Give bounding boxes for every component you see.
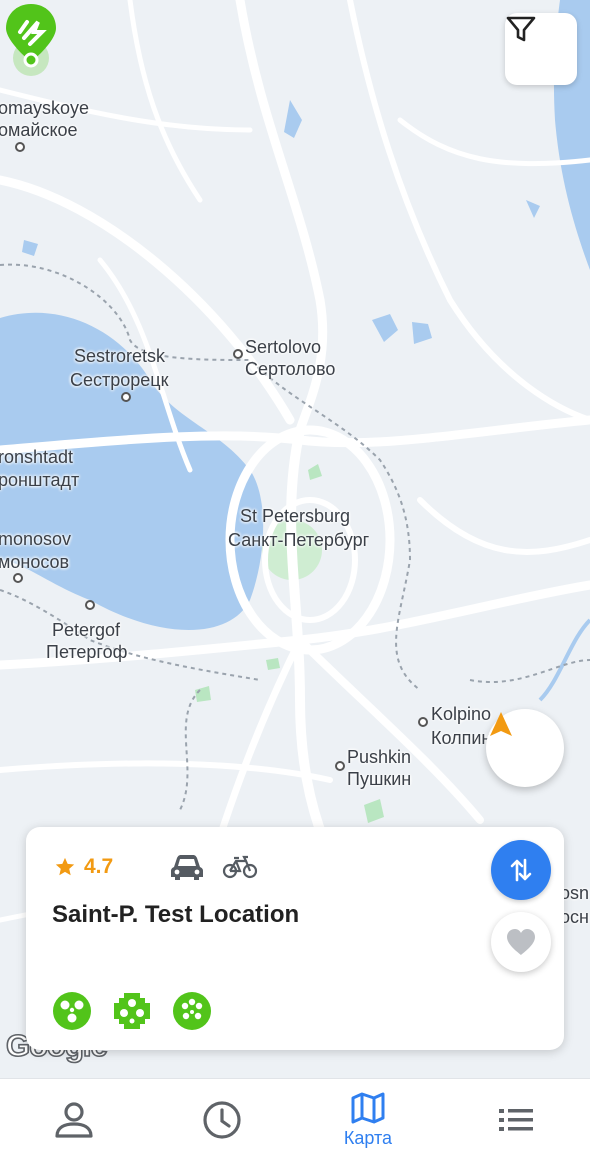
map-label: Kolpino [431, 704, 492, 724]
bicycle-icon [222, 855, 258, 879]
map-icon [351, 1092, 385, 1123]
connector-type-a-icon [53, 992, 91, 1030]
rating: 4.7 [54, 855, 113, 879]
map-label: ronshtadt [0, 447, 74, 467]
connector-list [52, 991, 212, 1031]
car-icon [171, 855, 203, 880]
list-icon [499, 1109, 533, 1131]
town-dot [418, 717, 428, 727]
map-label: ронштадт [0, 470, 80, 490]
funnel-icon [506, 16, 536, 42]
map-label: осн [560, 907, 589, 927]
map-label: Sestroretsk [74, 346, 166, 366]
town-dot [15, 142, 25, 152]
map-label: моносов [0, 552, 70, 572]
map-label: Pushkin [347, 747, 412, 767]
clock-icon [203, 1101, 241, 1139]
nav-map-label: Карта [343, 1127, 393, 1148]
nav-map[interactable]: Карта [318, 1079, 418, 1161]
map-label: Петергоф [46, 642, 128, 662]
map-label: Пушкин [347, 769, 412, 789]
connector-type-c-icon [173, 992, 211, 1030]
map-label: omayskoye [0, 98, 90, 118]
town-dot [121, 392, 131, 402]
filter-button[interactable] [505, 13, 577, 85]
map-label: Petergof [52, 620, 121, 640]
favorite-button[interactable] [491, 912, 551, 972]
map-label: osn [560, 883, 590, 903]
town-dot [13, 573, 23, 583]
heart-icon [507, 929, 535, 955]
station-title: Saint-P. Test Location [52, 901, 300, 928]
user-icon [55, 1102, 93, 1138]
map-label: омайское [0, 120, 78, 140]
rating-value: 4.7 [84, 855, 114, 878]
route-button[interactable] [491, 840, 551, 900]
map-label: Санкт-Петербург [228, 530, 370, 550]
map-label: monosov [0, 529, 72, 549]
star-icon [55, 857, 75, 876]
bottom-navigation: Карта [0, 1078, 590, 1161]
charging-station-marker[interactable] [0, 0, 62, 90]
town-dot [233, 349, 243, 359]
swap-arrows-icon [510, 858, 532, 882]
nav-profile[interactable] [24, 1079, 124, 1161]
map-label: Сестрорецк [70, 370, 169, 390]
map-label: Сертолово [245, 359, 336, 379]
nav-history[interactable] [172, 1079, 272, 1161]
station-card[interactable]: 4.7 Saint-P. Test Location [26, 827, 564, 1050]
locate-button[interactable] [486, 709, 564, 787]
map-label: St Petersburg [240, 506, 351, 526]
map-label: Sertolovo [245, 337, 322, 357]
navigation-arrow-icon [490, 712, 512, 736]
nav-list[interactable] [466, 1079, 566, 1161]
connector-type-b-icon [114, 993, 150, 1029]
town-dot [85, 600, 95, 610]
town-dot [335, 761, 345, 771]
